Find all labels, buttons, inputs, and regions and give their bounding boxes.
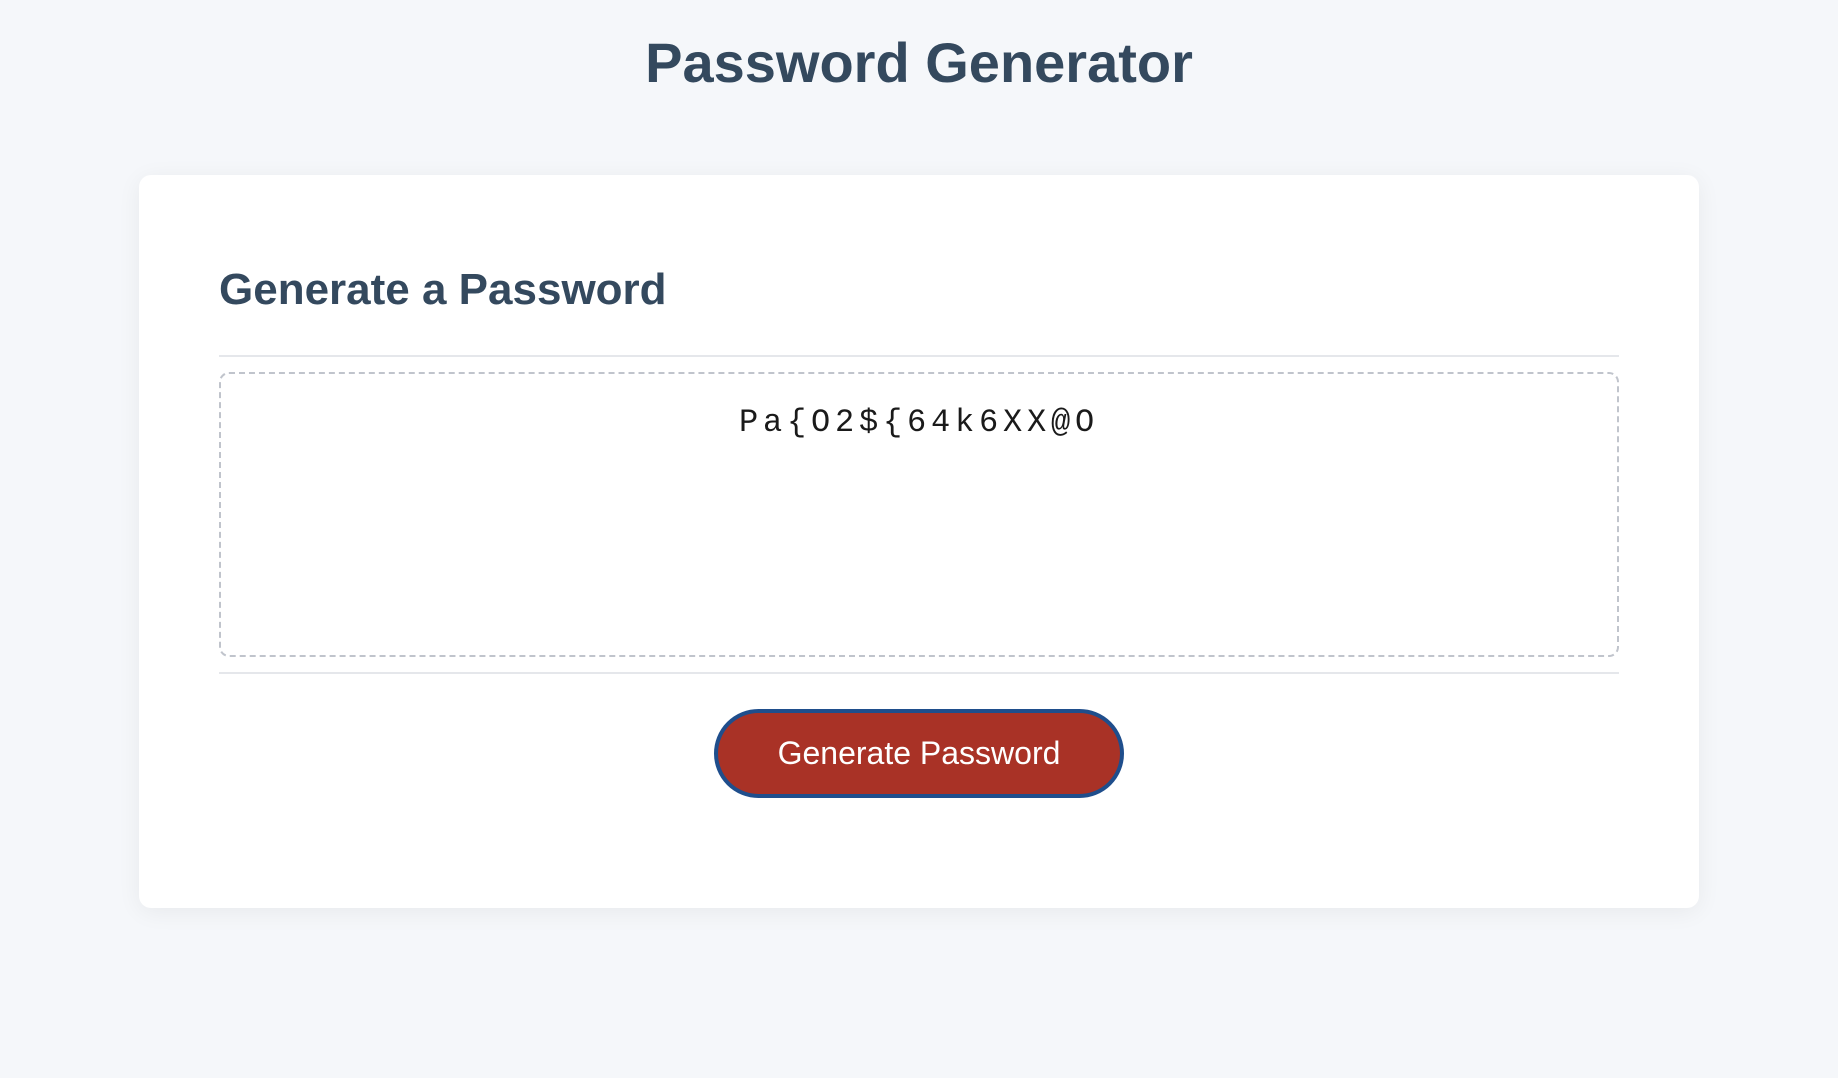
generate-password-button[interactable]: Generate Password	[714, 709, 1125, 798]
generated-password-text: Pa{O2${64k6XX@O	[739, 404, 1099, 441]
password-output: Pa{O2${64k6XX@O	[219, 372, 1619, 657]
page-title: Password Generator	[0, 30, 1838, 95]
password-output-wrapper: Pa{O2${64k6XX@O	[219, 355, 1619, 674]
card-title: Generate a Password	[219, 265, 1619, 315]
generator-card: Generate a Password Pa{O2${64k6XX@O Gene…	[139, 175, 1699, 908]
button-row: Generate Password	[219, 709, 1619, 798]
